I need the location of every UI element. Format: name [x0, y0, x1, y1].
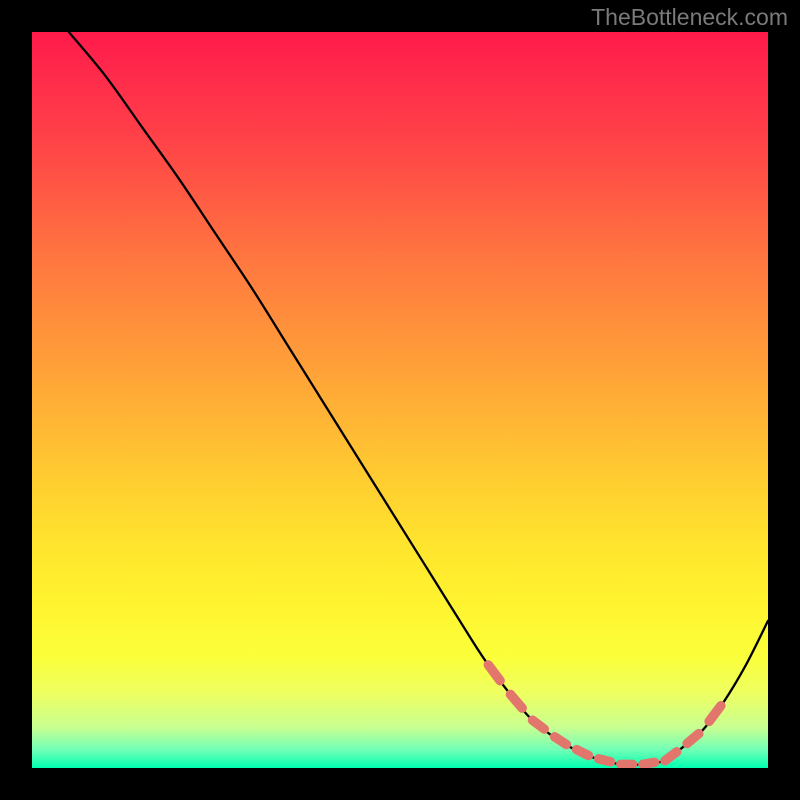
optimal-dash	[510, 694, 522, 708]
optimal-dash	[555, 737, 567, 745]
curve-path	[69, 32, 768, 765]
optimal-dash	[643, 762, 655, 764]
chart-area	[32, 32, 768, 768]
bottleneck-curve	[32, 32, 768, 768]
optimal-dash	[665, 752, 677, 761]
optimal-dash-group	[488, 665, 721, 764]
optimal-dash	[687, 734, 699, 744]
optimal-dash	[532, 720, 544, 729]
optimal-dash	[577, 750, 589, 756]
optimal-dash	[709, 706, 721, 722]
attribution-text: TheBottleneck.com	[591, 4, 788, 31]
optimal-dash	[488, 665, 500, 681]
optimal-dash	[599, 759, 611, 762]
